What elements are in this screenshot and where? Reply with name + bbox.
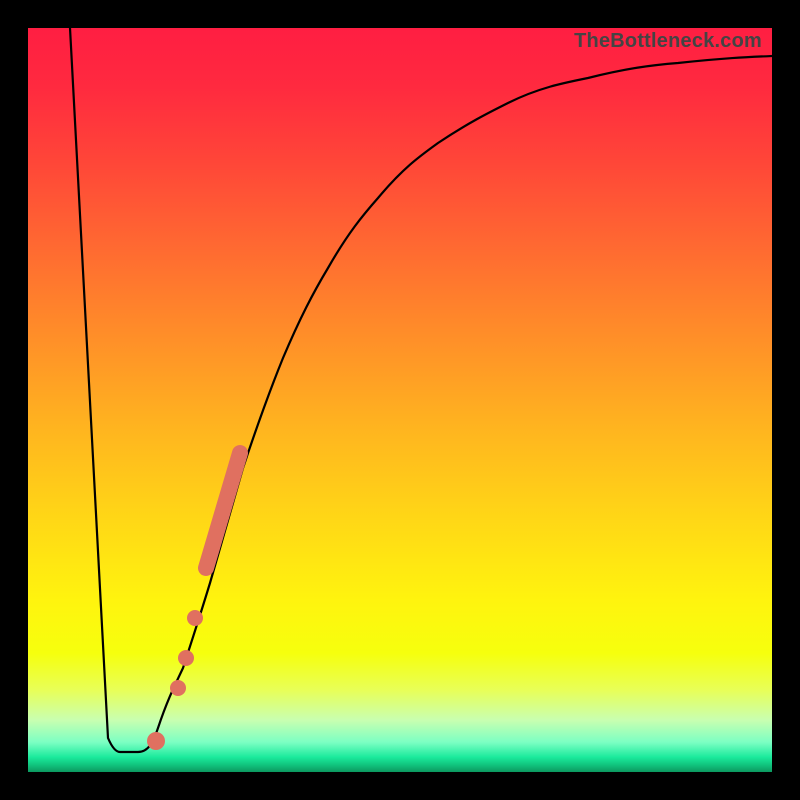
- highlight-dot: [170, 680, 186, 696]
- chart-frame: TheBottleneck.com: [0, 0, 800, 800]
- highlight-bar: [206, 453, 240, 568]
- highlight-dot: [187, 610, 203, 626]
- chart-overlay: [28, 28, 772, 772]
- highlight-dot: [178, 650, 194, 666]
- highlight-dot: [147, 732, 165, 750]
- bottleneck-curve: [70, 28, 772, 752]
- chart-plot-area: TheBottleneck.com: [28, 28, 772, 772]
